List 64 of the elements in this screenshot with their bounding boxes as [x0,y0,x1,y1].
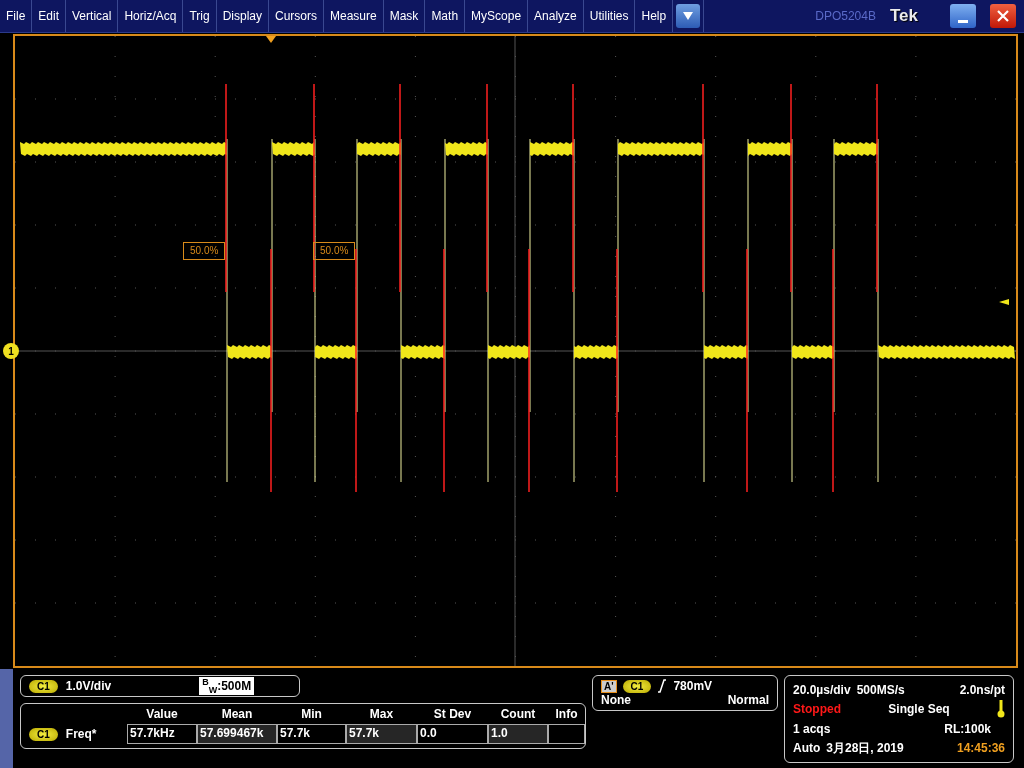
trigger-level: 780mV [673,679,713,693]
menu-item[interactable]: Display [216,0,269,32]
trigger-level-icon [999,299,1009,305]
time: 14:45:36 [956,741,1005,756]
channel-badge: C1 [29,679,58,693]
menu-item[interactable]: Math [425,0,466,32]
column-header: Count [499,706,537,723]
column-header: Info [554,706,579,723]
acquisition-count: 1 acqs [793,721,831,736]
menu-item[interactable]: File [0,0,33,32]
acquisition-readout[interactable]: 20.0µs/div 500MS/s 2.0ns/pt Stopped Single Seq 1 acqs RL:100k Auto 3月28日, 2019 14:45:36 [784,675,1014,763]
measurement-name: Freq* [65,727,97,741]
menu-item[interactable]: Help [635,0,674,32]
table-cell: 1.0 [488,724,548,744]
acquisition-status: Stopped [793,702,841,717]
column-header: Max [368,706,395,723]
model-name: DPO5204B [815,9,876,23]
trigger-tag: A' [601,679,617,693]
table-cell: 57.7k [277,724,346,744]
horizontal-scale: 20.0µs/div [793,682,851,697]
menu-item[interactable]: Vertical [66,0,119,32]
caret-icon [683,12,694,20]
trigger-coupling: None [601,693,631,707]
trigger-position-icon [266,36,276,43]
sample-rate: 500MS/s [856,682,905,697]
dropdown-button[interactable] [676,4,701,28]
menu-item[interactable]: Edit [32,0,67,32]
menu-item[interactable]: Measure [324,0,384,32]
close-icon [997,10,1009,22]
cursor-readout: 50.0% [313,242,356,260]
column-header: Min [300,706,323,723]
trigger-mode: Normal [727,693,769,707]
menu-item[interactable]: Trig [183,0,217,32]
menu-item[interactable]: Utilities [583,0,636,32]
table-cell: 57.7k [346,724,417,744]
menu-item[interactable]: Mask [383,0,426,32]
table-cell: 0.0 [417,724,488,744]
table-cell: 57.699467k [197,724,277,744]
brand-logo: Tek [889,6,918,26]
date: 3月28日, 2019 [826,739,904,757]
menu-item[interactable]: MyScope [465,0,529,32]
run-mode: Single Seq [888,702,950,717]
close-button[interactable] [990,4,1016,28]
column-header: Mean [220,706,254,723]
thermometer-icon [997,700,1005,719]
trigger-readout[interactable]: A' C1 780mV None Normal [592,675,778,711]
minimize-icon [958,19,968,23]
menu-item[interactable]: Horiz/Acq [118,0,184,32]
channel-badge: C1 [622,679,652,693]
rising-edge-icon [657,679,668,693]
menu-item[interactable]: Analyze [528,0,584,32]
sample-interval: 2.0ns/pt [959,682,1005,697]
horizontal-mode: Auto [793,741,821,756]
vertical-scale: 1.0V/div [65,679,112,693]
menu-item[interactable]: Cursors [269,0,324,32]
table-cell: 57.7kHz [127,724,197,744]
record-length: RL:100k [944,721,991,736]
column-header: St Dev [432,706,473,723]
channel-badge: C1 [29,727,58,741]
column-header: Value [145,706,179,723]
table-cell [548,724,585,744]
channel-marker[interactable]: 1 [3,343,19,359]
minimize-button[interactable] [950,4,976,28]
cursor-readout: 50.0% [183,242,226,260]
